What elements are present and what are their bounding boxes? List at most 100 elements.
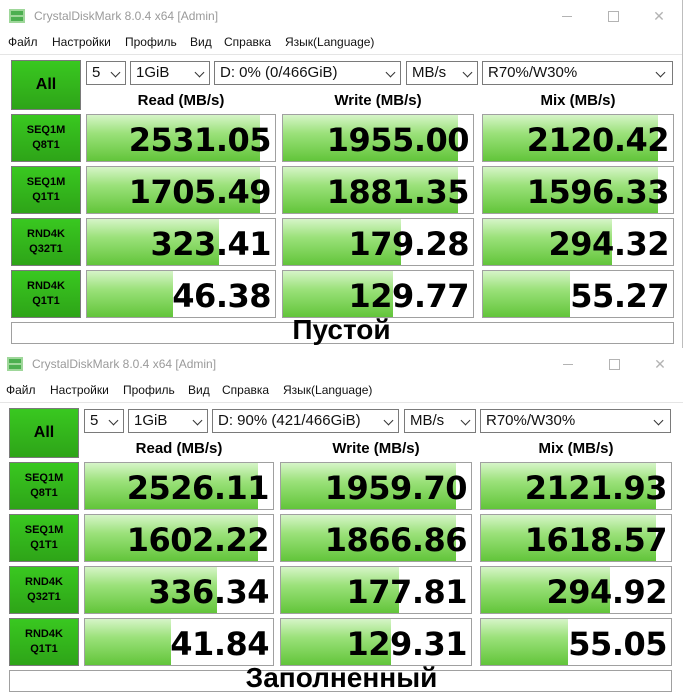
menu-help[interactable]: Справка xyxy=(222,383,269,397)
write-header: Write (MB/s) xyxy=(334,92,422,109)
mix-result-cell: 294.92 xyxy=(480,566,672,614)
result-bar xyxy=(85,619,172,665)
result-bar xyxy=(87,271,174,317)
test-label-line2: Q8T1 xyxy=(32,139,60,151)
menu-divider xyxy=(0,54,682,55)
write-value: 1955.00 xyxy=(326,121,470,159)
test-count-select[interactable]: 5 xyxy=(86,61,126,85)
write-result-cell: 177.81 xyxy=(280,566,472,614)
menu-settings[interactable]: Настройки xyxy=(52,35,111,49)
menu-profile[interactable]: Профиль xyxy=(125,35,177,49)
write-result-cell: 1955.00 xyxy=(282,114,474,162)
test-button-rnd4k-q1t1[interactable]: RND4K Q1T1 xyxy=(9,618,79,666)
test-size-select[interactable]: 1GiB xyxy=(128,409,208,433)
test-label-line1: RND4K xyxy=(27,228,65,240)
mix-result-cell: 294.32 xyxy=(482,218,674,266)
title-bar[interactable]: CrystalDiskMark 8.0.4 x64 [Admin] ✕ xyxy=(0,0,682,32)
all-button[interactable]: All xyxy=(9,408,79,458)
mix-value: 55.27 xyxy=(570,277,669,315)
unit-select[interactable]: MB/s xyxy=(404,409,476,433)
read-value: 2526.11 xyxy=(126,469,270,507)
unit-select[interactable]: MB/s xyxy=(406,61,478,85)
test-button-seq1m-q1t1[interactable]: SEQ1M Q1T1 xyxy=(11,166,81,214)
mix-value: 294.92 xyxy=(546,573,668,611)
test-label-line1: RND4K xyxy=(25,628,63,640)
menu-file[interactable]: Файл xyxy=(6,383,36,397)
mix-result-cell: 2120.42 xyxy=(482,114,674,162)
write-value: 129.77 xyxy=(348,277,470,315)
read-value: 2531.05 xyxy=(128,121,272,159)
test-label-line2: Q1T1 xyxy=(32,191,60,203)
overlay-label-filled: Заполненный xyxy=(245,662,438,693)
drive-select[interactable]: D: 0% (0/466GiB) xyxy=(214,61,401,85)
read-result-cell: 336.34 xyxy=(84,566,274,614)
menu-bar: Файл Настройки Профиль Вид Справка Язык(… xyxy=(0,381,683,401)
write-result-cell: 1881.35 xyxy=(282,166,474,214)
mix-mode-select[interactable]: R70%/W30% xyxy=(482,61,673,85)
mix-result-cell: 1596.33 xyxy=(482,166,674,214)
read-value: 1602.22 xyxy=(126,521,270,559)
mix-result-cell: 55.05 xyxy=(480,618,672,666)
write-header: Write (MB/s) xyxy=(332,440,420,457)
write-result-cell: 179.28 xyxy=(282,218,474,266)
test-button-rnd4k-q32t1[interactable]: RND4K Q32T1 xyxy=(11,218,81,266)
mix-value: 2120.42 xyxy=(526,121,670,159)
menu-help[interactable]: Справка xyxy=(224,35,271,49)
mix-header: Mix (MB/s) xyxy=(538,440,614,457)
close-button[interactable]: ✕ xyxy=(636,4,682,28)
test-button-seq1m-q8t1[interactable]: SEQ1M Q8T1 xyxy=(11,114,81,162)
read-header: Read (MB/s) xyxy=(135,440,223,457)
menu-profile[interactable]: Профиль xyxy=(123,383,175,397)
read-value: 336.34 xyxy=(148,573,270,611)
test-label-line1: SEQ1M xyxy=(26,176,66,188)
write-value: 129.31 xyxy=(346,625,468,663)
all-button[interactable]: All xyxy=(11,60,81,110)
mix-value: 1596.33 xyxy=(526,173,670,211)
mix-value: 2121.93 xyxy=(524,469,668,507)
test-label-line2: Q8T1 xyxy=(30,487,58,499)
minimize-button[interactable] xyxy=(544,4,590,28)
mix-value: 55.05 xyxy=(568,625,667,663)
test-button-seq1m-q1t1[interactable]: SEQ1M Q1T1 xyxy=(9,514,79,562)
menu-file[interactable]: Файл xyxy=(8,35,38,49)
result-bar xyxy=(481,619,569,665)
test-label-line2: Q1T1 xyxy=(30,539,58,551)
mix-result-cell: 2121.93 xyxy=(480,462,672,510)
title-bar[interactable]: CrystalDiskMark 8.0.4 x64 [Admin] ✕ xyxy=(0,348,683,380)
menu-divider xyxy=(0,402,683,403)
read-result-cell: 2531.05 xyxy=(86,114,276,162)
app-icon xyxy=(7,357,23,371)
test-size-select[interactable]: 1GiB xyxy=(130,61,210,85)
menu-language[interactable]: Язык(Language) xyxy=(283,383,372,397)
test-button-seq1m-q8t1[interactable]: SEQ1M Q8T1 xyxy=(9,462,79,510)
mix-header: Mix (MB/s) xyxy=(540,92,616,109)
read-value: 46.38 xyxy=(172,277,271,315)
write-value: 177.81 xyxy=(346,573,468,611)
test-label-line2: Q32T1 xyxy=(27,591,61,603)
minimize-button[interactable] xyxy=(545,352,591,376)
maximize-button[interactable] xyxy=(590,4,636,28)
write-value: 1959.70 xyxy=(324,469,468,507)
mix-mode-select[interactable]: R70%/W30% xyxy=(480,409,671,433)
write-value: 1881.35 xyxy=(326,173,470,211)
menu-view[interactable]: Вид xyxy=(188,383,210,397)
test-button-rnd4k-q32t1[interactable]: RND4K Q32T1 xyxy=(9,566,79,614)
read-result-cell: 1602.22 xyxy=(84,514,274,562)
maximize-button[interactable] xyxy=(591,352,637,376)
mix-value: 294.32 xyxy=(548,225,670,263)
test-label-line1: RND4K xyxy=(27,280,65,292)
menu-view[interactable]: Вид xyxy=(190,35,212,49)
drive-select[interactable]: D: 90% (421/466GiB) xyxy=(212,409,399,433)
test-button-rnd4k-q1t1[interactable]: RND4K Q1T1 xyxy=(11,270,81,318)
menu-settings[interactable]: Настройки xyxy=(50,383,109,397)
test-count-select[interactable]: 5 xyxy=(84,409,124,433)
menu-language[interactable]: Язык(Language) xyxy=(285,35,374,49)
test-label-line1: RND4K xyxy=(25,576,63,588)
app-icon xyxy=(9,9,25,23)
write-value: 179.28 xyxy=(348,225,470,263)
close-button[interactable]: ✕ xyxy=(637,352,683,376)
window-title: CrystalDiskMark 8.0.4 x64 [Admin] xyxy=(34,9,219,23)
read-result-cell: 323.41 xyxy=(86,218,276,266)
mix-result-cell: 1618.57 xyxy=(480,514,672,562)
read-result-cell: 41.84 xyxy=(84,618,274,666)
